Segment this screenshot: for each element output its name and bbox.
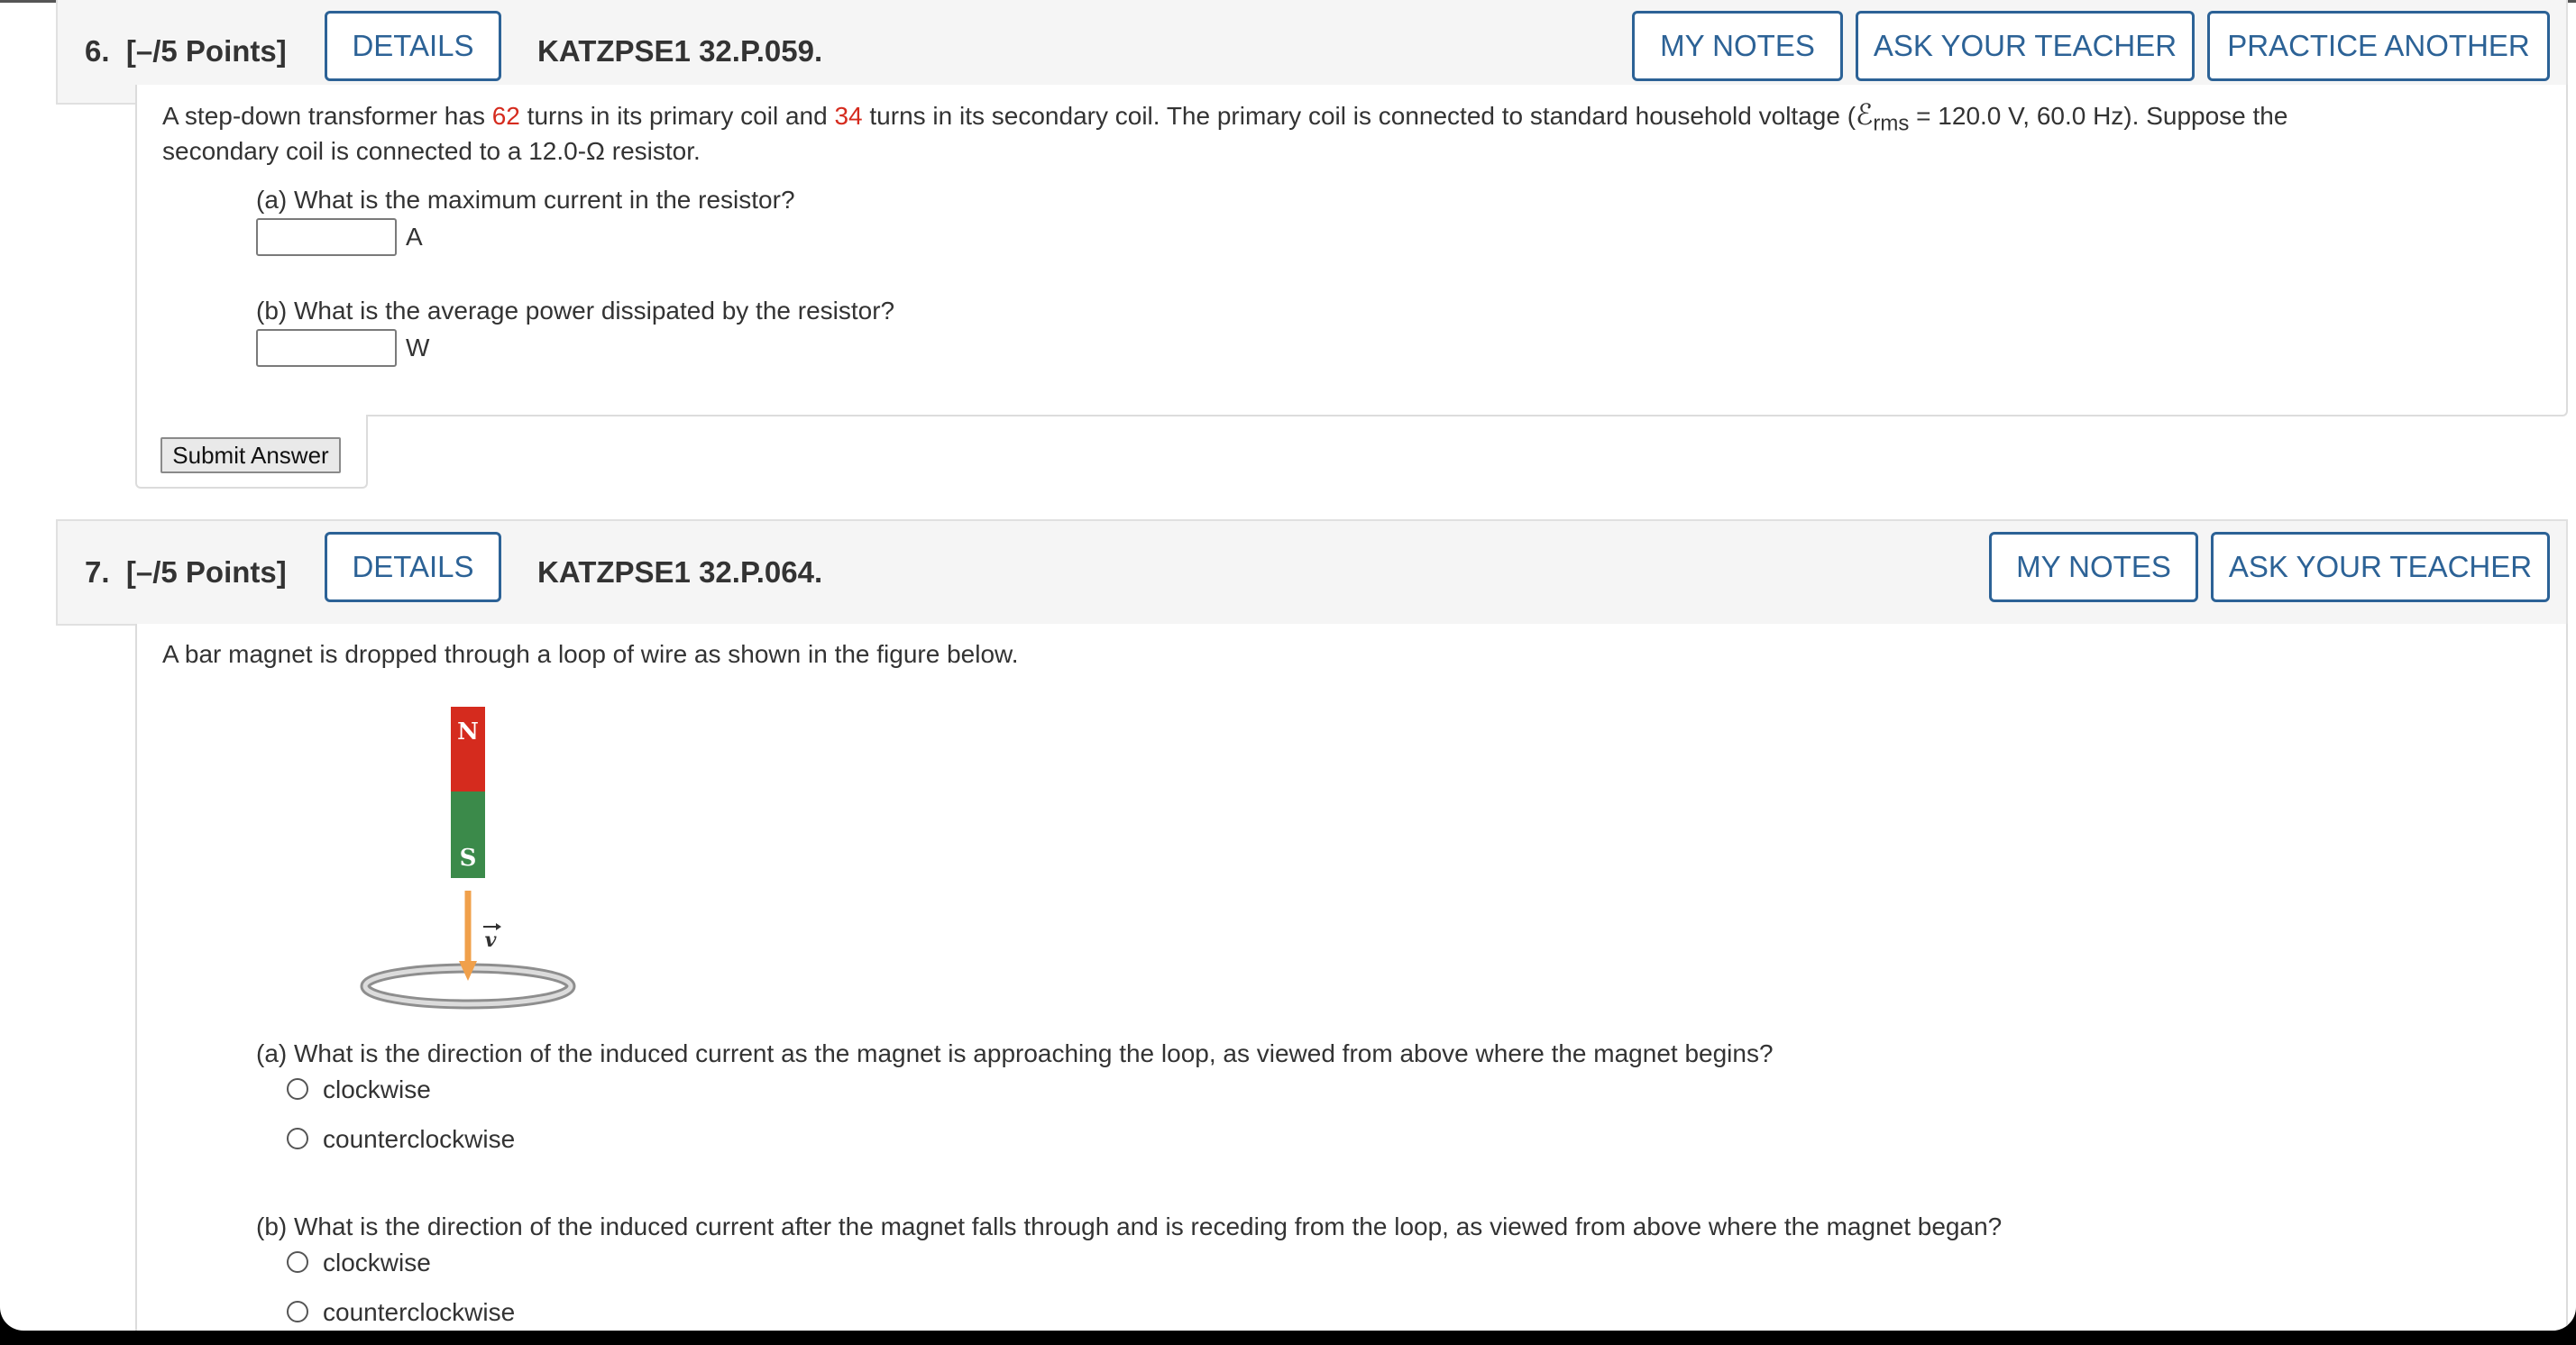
text-fragment: turns in its primary coil and [527,102,828,130]
part-a-unit: A [406,223,423,251]
velocity-label: v [485,929,497,952]
part-a-answer-input[interactable] [256,218,397,256]
text-fragment: A step-down transformer has [162,102,485,130]
assignment-page: 6. [–/5 Points] DETAILS KATZPSE1 32.P.05… [0,0,2576,1331]
part-a-option-clockwise-label[interactable]: clockwise [323,1072,431,1108]
emf-subscript: rms [1873,111,1910,136]
magnet-loop-figure: N S v [360,707,576,1010]
text-fragment: turns in its secondary coil. The primary… [869,102,1856,130]
part-a-option-clockwise-radio[interactable] [287,1078,308,1100]
question-code: KATZPSE1 32.P.064. [537,555,823,589]
part-a-prompt: (a) What is the direction of the induced… [256,1039,1774,1067]
question-7-number: 7. [–/5 Points] [85,521,287,624]
question-6-text-line-2: secondary coil is connected to a 12.0-Ω … [162,137,701,165]
part-b-option-counterclockwise-radio[interactable] [287,1301,308,1322]
secondary-turns-value: 34 [834,102,863,130]
part-b-option-clockwise-radio[interactable] [287,1251,308,1273]
practice-another-button[interactable]: PRACTICE ANOTHER [2207,11,2550,81]
part-a-prompt: (a) What is the maximum current in the r… [256,186,795,214]
primary-turns-value: 62 [491,102,520,130]
text-fragment: = 120.0 V, 60.0 Hz). Suppose the [1909,102,2288,130]
submit-answer-button[interactable]: Submit Answer [160,437,341,473]
part-b-prompt: (b) What is the direction of the induced… [256,1212,2003,1240]
part-b-answer-input[interactable] [256,329,397,367]
part-b-prompt: (b) What is the average power dissipated… [256,297,895,325]
question-7-header: 7. [–/5 Points] DETAILS KATZPSE1 32.P.06… [56,519,2568,626]
part-b-option-counterclockwise-label[interactable]: counterclockwise [323,1295,515,1331]
south-label: S [460,845,477,872]
emf-symbol: ℰ [1856,97,1874,132]
details-button[interactable]: DETAILS [325,11,501,81]
part-b-option-clockwise-label[interactable]: clockwise [323,1245,431,1281]
question-points: [–/5 Points] [125,34,287,68]
ask-your-teacher-button[interactable]: ASK YOUR TEACHER [1856,11,2195,81]
question-points: [–/5 Points] [125,555,287,589]
question-number: 6. [85,34,110,68]
question-7-intro: A bar magnet is dropped through a loop o… [162,640,1019,668]
ask-your-teacher-button[interactable]: ASK YOUR TEACHER [2211,532,2550,602]
north-label: N [457,718,479,746]
question-number: 7. [85,555,110,589]
my-notes-button[interactable]: MY NOTES [1632,11,1843,81]
velocity-vector-tip [496,923,501,930]
my-notes-button[interactable]: MY NOTES [1989,532,2198,602]
part-a-option-counterclockwise-radio[interactable] [287,1128,308,1149]
details-button[interactable]: DETAILS [325,532,501,602]
part-a-option-counterclockwise-label[interactable]: counterclockwise [323,1121,515,1157]
part-b-unit: W [406,334,430,361]
